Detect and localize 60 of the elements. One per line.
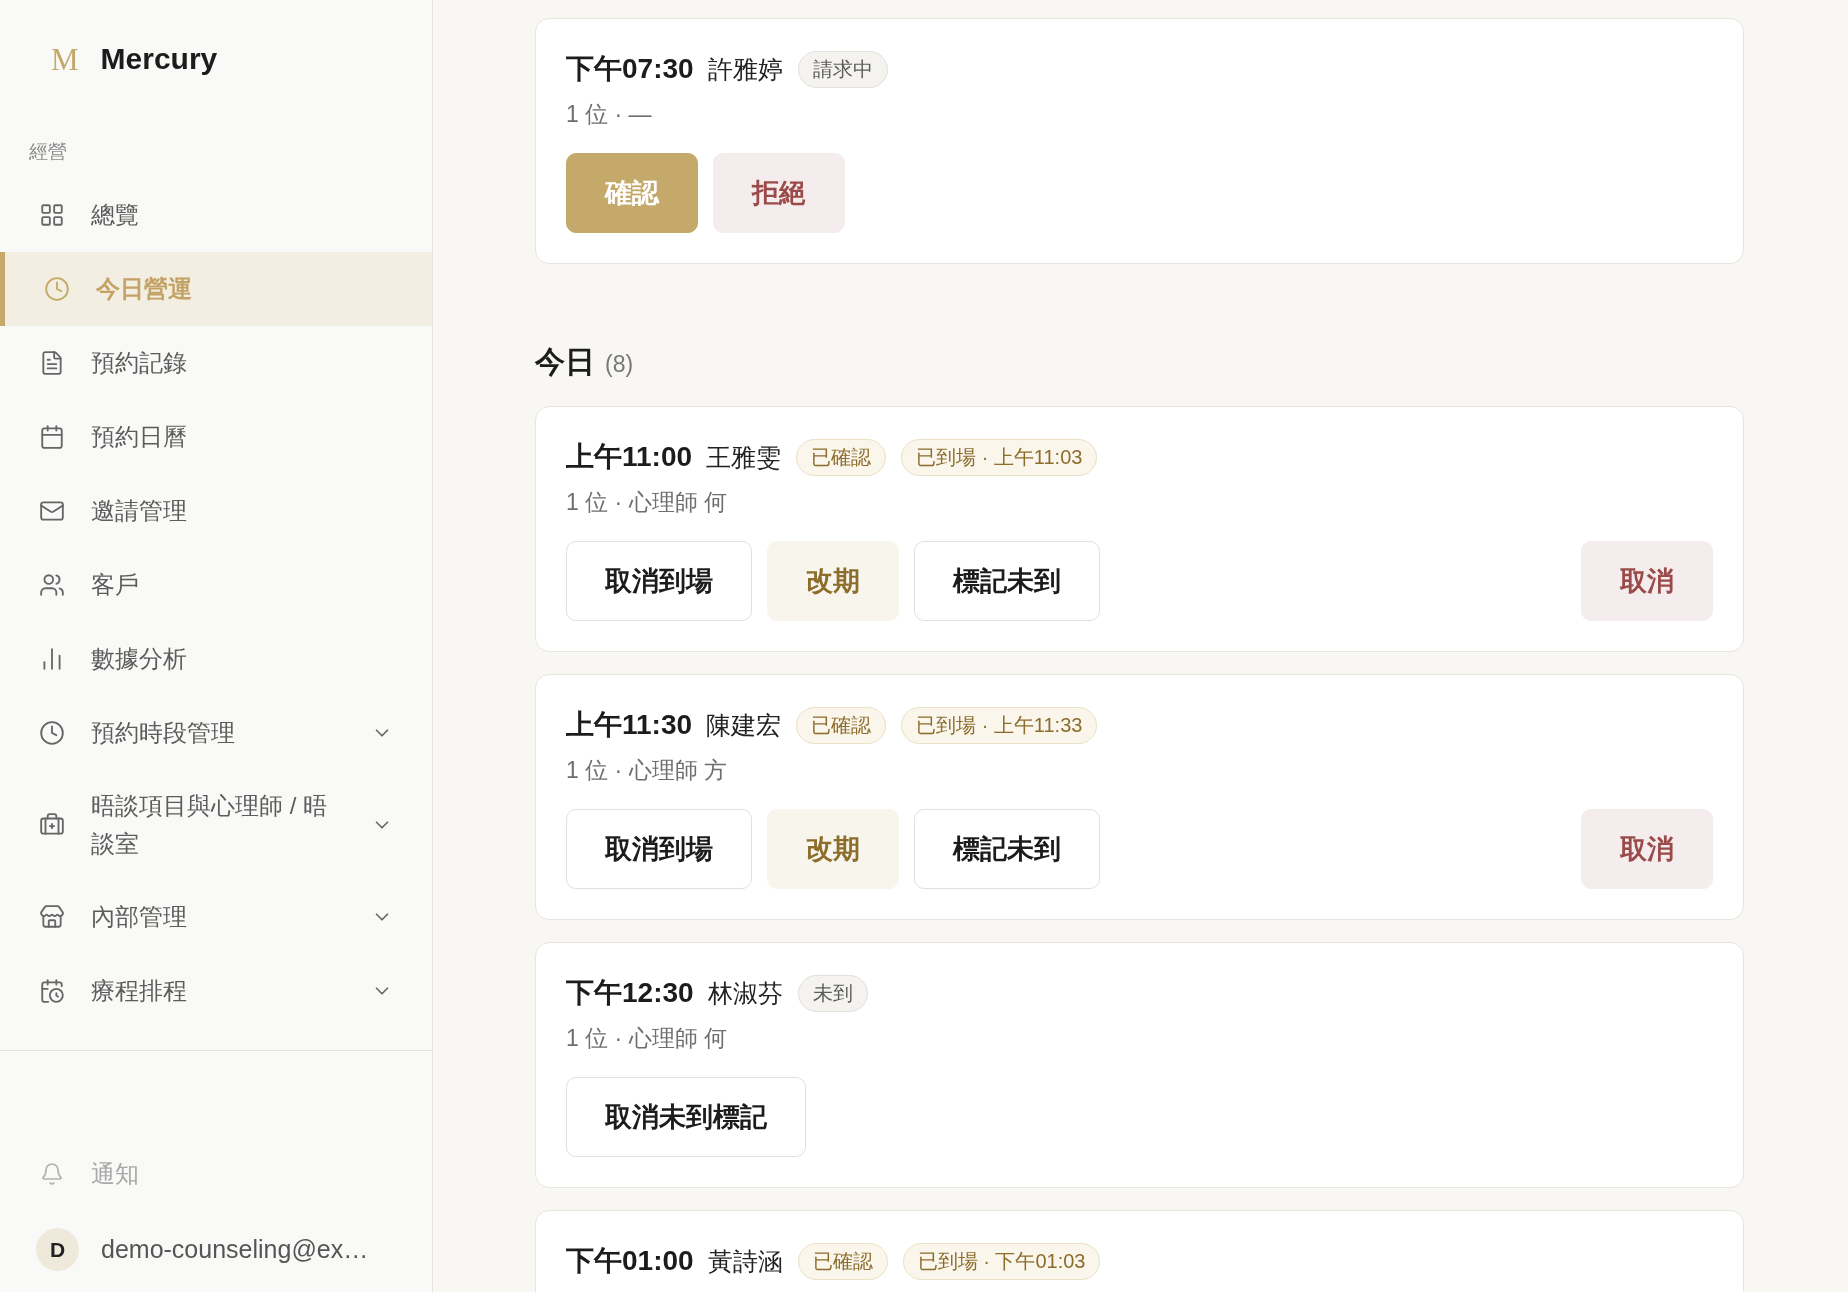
- appointment-time: 下午01:00: [566, 1244, 694, 1278]
- status-badge: 已確認: [796, 438, 887, 476]
- users-icon: [39, 572, 65, 598]
- appointment-details: 1 位 · —: [566, 100, 652, 129]
- client-name: 黃詩涵: [707, 1246, 783, 1277]
- nav-item[interactable]: 預約日曆: [0, 400, 432, 474]
- action-button[interactable]: 取消: [1581, 541, 1713, 621]
- action-button[interactable]: 取消: [1581, 809, 1713, 889]
- appointment-time: 上午11:30: [566, 708, 693, 742]
- brand-name: Mercury: [100, 44, 218, 74]
- user-email: demo-counseling@ex…: [101, 1233, 369, 1265]
- nav-item[interactable]: 療程排程: [0, 954, 432, 1028]
- user-avatar[interactable]: D: [36, 1228, 79, 1271]
- action-button[interactable]: 取消到場: [566, 541, 752, 621]
- section-heading: 今日: [535, 344, 595, 380]
- status-badge: 未到: [797, 974, 868, 1012]
- client-name: 王雅雯: [706, 442, 782, 473]
- appointment-time: 下午07:30: [566, 52, 694, 86]
- action-button[interactable]: 拒絕: [713, 153, 845, 233]
- status-badge: 已確認: [796, 706, 887, 744]
- nav-item[interactable]: 邀請管理: [0, 474, 432, 548]
- clock-icon: [39, 720, 65, 746]
- appointment-time: 上午11:00: [566, 440, 693, 474]
- nav-item[interactable]: 預約記錄: [0, 326, 432, 400]
- appointment-details: 1 位 · 心理師 何: [566, 488, 727, 517]
- status-badge: 已到場 · 下午01:03: [902, 1242, 1101, 1280]
- document-icon: [39, 350, 65, 376]
- bell-icon: [40, 1162, 64, 1186]
- nav-item[interactable]: 內部管理: [0, 880, 432, 954]
- nav-item[interactable]: 預約時段管理: [0, 696, 432, 770]
- logo-mark: M: [51, 43, 79, 75]
- status-badge: 已到場 · 上午11:03: [901, 438, 1098, 476]
- action-button[interactable]: 改期: [767, 541, 899, 621]
- nav-item[interactable]: 數據分析: [0, 622, 432, 696]
- appointment-time: 下午12:30: [566, 976, 694, 1010]
- appointment-details: 1 位 · 心理師 方: [566, 756, 727, 785]
- calendar-clock-icon: [39, 978, 65, 1004]
- action-button[interactable]: 標記未到: [914, 809, 1100, 889]
- nav-item[interactable]: 晤談項目與心理師 / 晤談室: [0, 770, 432, 880]
- grid-icon: [39, 202, 65, 228]
- status-badge: 已確認: [797, 1242, 888, 1280]
- client-name: 林淑芬: [707, 978, 783, 1009]
- clock-icon: [44, 276, 70, 302]
- action-button[interactable]: 改期: [767, 809, 899, 889]
- action-button[interactable]: 取消到場: [566, 809, 752, 889]
- calendar-icon: [39, 424, 65, 450]
- section-count: (8): [605, 350, 634, 379]
- client-name: 許雅婷: [707, 54, 783, 85]
- status-badge: 請求中: [797, 50, 888, 88]
- action-button[interactable]: 取消未到標記: [566, 1077, 806, 1157]
- appointment-details: 1 位 · 心理師 何: [566, 1024, 727, 1053]
- store-icon: [39, 904, 65, 930]
- envelope-icon: [39, 498, 65, 524]
- medical-briefcase-icon: [39, 812, 65, 838]
- nav-item[interactable]: 總覽: [0, 178, 432, 252]
- status-badge: 已到場 · 上午11:33: [901, 706, 1098, 744]
- client-name: 陳建宏: [706, 710, 782, 741]
- nav-item[interactable]: 客戶: [0, 548, 432, 622]
- action-button[interactable]: 標記未到: [914, 541, 1100, 621]
- section-label: 經營: [29, 141, 67, 162]
